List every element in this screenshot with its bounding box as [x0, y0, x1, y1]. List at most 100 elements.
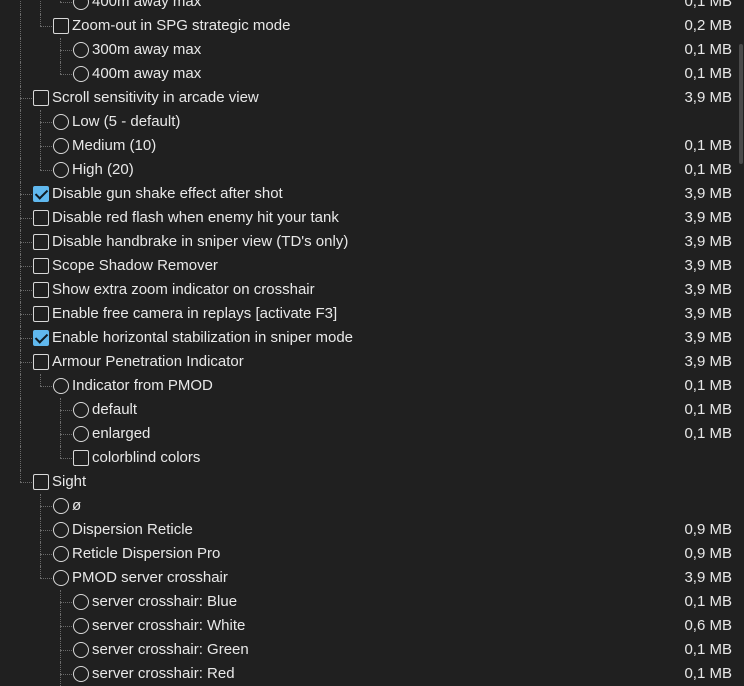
checkbox[interactable] — [33, 330, 49, 346]
radio-button[interactable] — [73, 594, 89, 610]
checkbox[interactable] — [33, 234, 49, 250]
tree-connector-line — [20, 98, 32, 99]
checkbox[interactable] — [33, 258, 49, 274]
tree-item[interactable]: Sight — [0, 470, 738, 494]
checkbox[interactable] — [33, 306, 49, 322]
radio-button[interactable] — [73, 426, 89, 442]
tree-guide-line — [20, 446, 21, 470]
tree-item[interactable]: default 0,1 MB — [0, 398, 738, 422]
tree-item[interactable]: Show extra zoom indicator on crosshair 3,… — [0, 278, 738, 302]
tree-item-label: Zoom-out in SPG strategic mode — [72, 17, 291, 34]
tree-item[interactable]: Indicator from PMOD 0,1 MB — [0, 374, 738, 398]
tree-connector-line — [20, 362, 32, 363]
tree-connector-line — [40, 122, 52, 123]
tree-item[interactable]: ø — [0, 494, 738, 518]
tree-item-label: Disable handbrake in sniper view (TD's o… — [52, 233, 349, 250]
tree-item-label: Scope Shadow Remover — [52, 257, 218, 274]
tree-item-label: default — [92, 401, 138, 418]
tree-item[interactable]: Enable horizontal stabilization in snipe… — [0, 326, 738, 350]
tree-item-label: Enable free camera in replays [activate … — [52, 305, 338, 322]
tree-item-label: server crosshair: Blue — [92, 593, 238, 610]
tree-item[interactable]: Zoom-out in SPG strategic mode 0,2 MB — [0, 14, 738, 38]
tree-item[interactable]: Dispersion Reticle 0,9 MB — [0, 518, 738, 542]
tree-item[interactable]: 400m away max 0,1 MB — [0, 62, 738, 86]
tree-item[interactable]: PMOD server crosshair 3,9 MB — [0, 566, 738, 590]
tree-item[interactable]: server crosshair: Blue 0,1 MB — [0, 590, 738, 614]
radio-button[interactable] — [53, 546, 69, 562]
tree-item[interactable]: Disable gun shake effect after shot 3,9 M… — [0, 182, 738, 206]
tree-item[interactable]: Low (5 - default) — [0, 110, 738, 134]
tree-guide-line — [20, 422, 21, 446]
tree-item[interactable]: Disable handbrake in sniper view (TD's o… — [0, 230, 738, 254]
radio-button[interactable] — [73, 618, 89, 634]
checkbox[interactable] — [53, 18, 69, 34]
tree-item-size: 0,1 MB — [684, 401, 732, 418]
tree-item-label: Armour Penetration Indicator — [52, 353, 244, 370]
tree-item-label: Disable gun shake effect after shot — [52, 185, 283, 202]
radio-button[interactable] — [53, 498, 69, 514]
tree-item[interactable]: enlarged 0,1 MB — [0, 422, 738, 446]
radio-button[interactable] — [73, 642, 89, 658]
tree-item-label: Reticle Dispersion Pro — [72, 545, 221, 562]
checkbox[interactable] — [33, 210, 49, 226]
tree-item-size: 0,9 MB — [684, 545, 732, 562]
radio-button[interactable] — [73, 66, 89, 82]
checkbox[interactable] — [33, 474, 49, 490]
tree-item-label: Low (5 - default) — [72, 113, 181, 130]
vertical-scrollbar[interactable] — [738, 0, 744, 672]
radio-button[interactable] — [73, 666, 89, 682]
tree-connector-line — [60, 2, 72, 3]
tree-item[interactable]: server crosshair: White 0,6 MB — [0, 614, 738, 638]
tree-item[interactable]: 300m away max 0,1 MB — [0, 38, 738, 62]
radio-button[interactable] — [53, 162, 69, 178]
tree-item[interactable]: Reticle Dispersion Pro 0,9 MB — [0, 542, 738, 566]
radio-button[interactable] — [73, 42, 89, 58]
tree-connector-line — [60, 410, 72, 411]
tree-connector-line — [40, 170, 52, 171]
tree-item[interactable]: High (20) 0,1 MB — [0, 158, 738, 182]
tree-guide-line — [20, 14, 21, 38]
checkbox[interactable] — [33, 186, 49, 202]
checkbox[interactable] — [33, 354, 49, 370]
tree-item-label: Dispersion Reticle — [72, 521, 193, 538]
checkbox[interactable] — [33, 90, 49, 106]
checkbox[interactable] — [73, 450, 89, 466]
radio-button[interactable] — [53, 378, 69, 394]
tree-guide-line — [20, 134, 21, 158]
radio-button[interactable] — [53, 114, 69, 130]
tree-connector-line — [40, 26, 52, 27]
tree-item[interactable]: 400m away max 0,1 MB — [0, 0, 738, 14]
tree-item-size: 0,1 MB — [684, 425, 732, 442]
radio-button[interactable] — [53, 138, 69, 154]
tree-item-size: 0,1 MB — [684, 65, 732, 82]
tree-connector-line — [40, 146, 52, 147]
radio-button[interactable] — [53, 570, 69, 586]
tree-connector-line — [20, 266, 32, 267]
component-tree: 400m away max 0,1 MB Zoom-out in SPG strat… — [0, 0, 738, 686]
tree-item[interactable]: Armour Penetration Indicator 3,9 MB — [0, 350, 738, 374]
tree-item[interactable]: Enable free camera in replays [activate … — [0, 302, 738, 326]
scrollbar-thumb[interactable] — [739, 44, 743, 164]
tree-guide-line — [20, 62, 21, 86]
tree-item[interactable]: Medium (10) 0,1 MB — [0, 134, 738, 158]
radio-button[interactable] — [73, 0, 89, 10]
tree-item-size: 0,1 MB — [684, 137, 732, 154]
tree-connector-line — [60, 674, 72, 675]
tree-item-size: 3,9 MB — [684, 281, 732, 298]
tree-item-label: enlarged — [92, 425, 151, 442]
tree-item[interactable]: server crosshair: Red 0,1 MB — [0, 662, 738, 686]
tree-item-label: server crosshair: White — [92, 617, 246, 634]
tree-connector-line — [60, 434, 72, 435]
tree-item[interactable]: Disable red flash when enemy hit your ta… — [0, 206, 738, 230]
tree-connector-line — [60, 650, 72, 651]
radio-button[interactable] — [73, 402, 89, 418]
tree-item-size: 3,9 MB — [684, 569, 732, 586]
radio-button[interactable] — [53, 522, 69, 538]
tree-item[interactable]: Scroll sensitivity in arcade view 3,9 MB — [0, 86, 738, 110]
tree-item-label: Indicator from PMOD — [72, 377, 213, 394]
tree-item-size: 0,2 MB — [684, 17, 732, 34]
tree-item[interactable]: server crosshair: Green 0,1 MB — [0, 638, 738, 662]
tree-item[interactable]: Scope Shadow Remover 3,9 MB — [0, 254, 738, 278]
checkbox[interactable] — [33, 282, 49, 298]
tree-item[interactable]: colorblind colors — [0, 446, 738, 470]
